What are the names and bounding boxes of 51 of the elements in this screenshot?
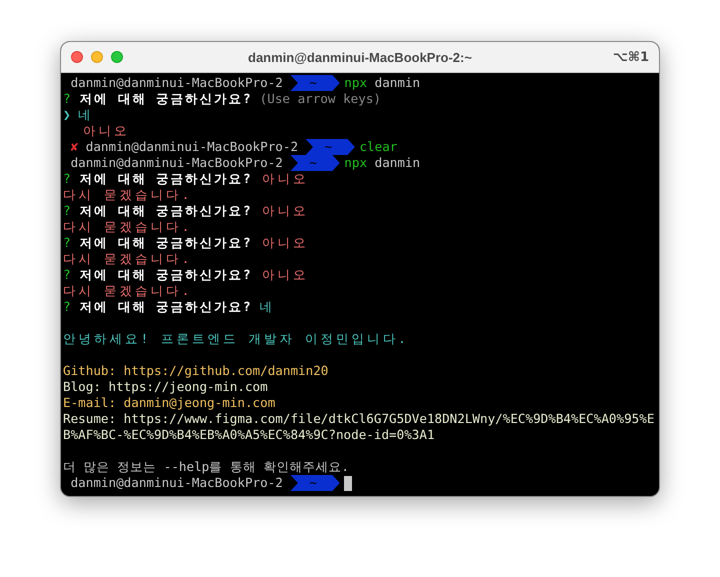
question-text: 저에 대해 궁금하신가요? — [78, 171, 252, 187]
question-mark: ? — [63, 267, 71, 283]
answer-text: 다시 묻겠습니다. — [63, 219, 192, 235]
answer-text: 아니오 — [261, 171, 309, 187]
command-text: clear — [359, 139, 398, 155]
answer-text: 다시 묻겠습니다. — [63, 251, 192, 267]
link-text: E-mail: danmin@jeong-min.com — [63, 395, 276, 411]
question-mark: ? — [63, 299, 71, 315]
answer-text: 네 — [258, 299, 273, 315]
directory-badge: ~ — [306, 139, 355, 155]
answer-text: 네 — [77, 107, 92, 123]
prompt-host: danmin@danminui-MacBookPro-2 — [70, 75, 283, 91]
output-text: Resume: https://www.figma.com/file/dtkCl6G7G5DVe18DN2LWny/%EC%9D%B4%EC%A0%95%E — [63, 411, 654, 427]
shortcut-text: ⌥⌘1 — [612, 50, 649, 64]
link-text: Github: https://github.com/danmin20 — [63, 363, 328, 379]
zoom-button[interactable] — [111, 51, 123, 63]
window-title: danmin@danminui-MacBookPro-2:~ — [248, 50, 472, 64]
directory-badge: ~ — [290, 75, 340, 91]
question-text: 저에 대해 궁금하신가요? — [78, 235, 252, 251]
error-glyph: ✘ — [70, 139, 78, 155]
question-text: 저에 대해 궁금하신가요? — [78, 267, 252, 283]
output-text: B%AF%BC-%EC%9D%B4%EB%A0%A5%EC%84%9C?node-id=0%3A1 — [63, 427, 435, 443]
command-text: npx — [344, 155, 368, 171]
directory-badge: ~ — [290, 155, 340, 171]
question-mark: ? — [63, 203, 71, 219]
answer-text: 다시 묻겠습니다. — [63, 187, 192, 203]
output-text: danmin — [374, 155, 420, 171]
question-mark: ? — [63, 171, 71, 187]
answer-text: 아니오 — [261, 267, 309, 283]
prompt-host: danmin@danminui-MacBookPro-2 — [86, 139, 298, 155]
hint-text: (Use arrow keys) — [258, 91, 381, 107]
minimize-button[interactable] — [91, 51, 103, 63]
pointer-glyph: ❯ — [63, 107, 71, 123]
question-text: 저에 대해 궁금하신가요? — [78, 91, 252, 107]
greeting-text: 안녕하세요! 프론트엔드 개발자 이정민입니다. — [63, 331, 408, 347]
command-text: npx — [344, 75, 368, 91]
answer-text: 아니오 — [82, 123, 130, 139]
close-button[interactable] — [71, 51, 83, 63]
question-mark: ? — [63, 235, 71, 251]
question-text: 저에 대해 궁금하신가요? — [78, 299, 252, 315]
output-text: danmin — [374, 75, 420, 91]
answer-text: 다시 묻겠습니다. — [63, 283, 192, 299]
prompt-host: danmin@danminui-MacBookPro-2 — [70, 155, 283, 171]
question-text: 저에 대해 궁금하신가요? — [78, 203, 252, 219]
answer-text: 아니오 — [261, 203, 309, 219]
prompt-host: danmin@danminui-MacBookPro-2 — [70, 475, 283, 491]
output-text: Blog: https://jeong-min.com — [63, 379, 268, 395]
answer-text: 아니오 — [261, 235, 309, 251]
output-text: 더 많은 정보는 --help를 통해 확인해주세요. — [63, 459, 349, 475]
question-mark: ? — [63, 91, 71, 107]
directory-badge: ~ — [290, 475, 340, 491]
